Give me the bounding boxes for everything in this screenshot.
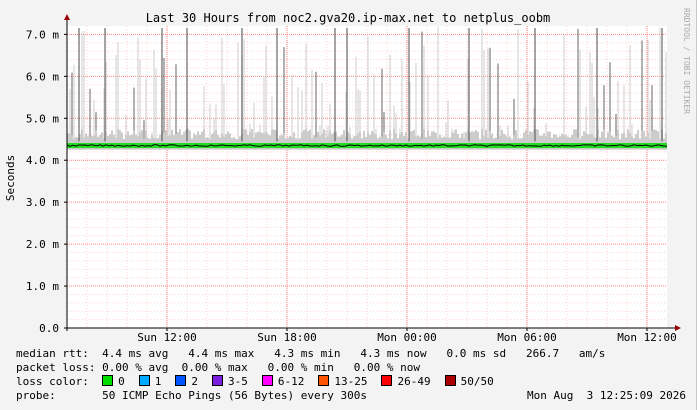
median-rtt-row: median rtt: 4.4 ms avg 4.4 ms max 4.3 ms… — [16, 347, 605, 361]
probe-label: probe: — [16, 389, 56, 402]
y-tick-label: 6.0 m — [26, 70, 59, 83]
loss-color-item-label: 26-49 — [397, 375, 431, 388]
loss-color-swatch — [318, 375, 330, 386]
x-tick-label: Mon 00:00 — [377, 331, 437, 344]
probe-value: 50 ICMP Echo Pings (56 Bytes) every 300s — [102, 389, 368, 402]
rrdtool-watermark: RRDTOOL / TOBI OETIKER — [682, 8, 691, 114]
y-tick-labels: 0.0 1.0 m 2.0 m 3.0 m 4.0 m 5.0 m 6.0 m 7.0 m — [26, 28, 59, 335]
loss-color-swatch — [381, 375, 393, 386]
median-rtt-values: 4.4 ms avg 4.4 ms max 4.3 ms min 4.3 ms … — [102, 347, 606, 360]
packet-loss-label: packet loss: — [16, 361, 96, 374]
y-axis-arrow — [64, 14, 70, 20]
x-tick-label: Sun 18:00 — [257, 331, 317, 344]
loss-color-swatch — [138, 375, 150, 386]
x-tick-label: Mon 12:00 — [617, 331, 677, 344]
loss-color-item: 3-5 — [211, 375, 248, 389]
x-tick-label: Sun 12:00 — [137, 331, 197, 344]
median-rtt-label: median rtt: — [16, 347, 89, 360]
loss-color-swatch — [444, 375, 456, 386]
y-tick-label: 1.0 m — [26, 280, 59, 293]
loss-color-item-label: 13-25 — [334, 375, 368, 388]
loss-color-item: 13-25 — [318, 375, 367, 389]
loss-color-item-label: 1 — [154, 375, 162, 388]
loss-color-row: loss color: 0 1 2 3-5 6-12 13-25 26-49 50/50 — [16, 375, 508, 389]
loss-color-item-label: 0 — [118, 375, 125, 388]
y-tick-label: 4.0 m — [26, 154, 59, 167]
loss-color-item: 0 — [102, 375, 125, 389]
x-tick-labels: Sun 12:00 Sun 18:00 Mon 00:00 Mon 06:00 Mon … — [137, 331, 677, 344]
packet-loss-values: 0.00 % avg 0.00 % max 0.00 % min 0.00 % … — [102, 361, 420, 374]
probe-timestamp: Mon Aug 3 12:25:09 2026 — [527, 389, 686, 402]
loss-color-item-label: 2 — [191, 375, 198, 388]
chart-title: Last 30 Hours from noc2.gva20.ip-max.net… — [146, 11, 551, 25]
loss-color-item-label: 3-5 — [227, 375, 248, 388]
y-axis-label: Seconds — [4, 155, 17, 201]
loss-color-item: 50/50 — [444, 375, 494, 389]
y-tick-label: 2.0 m — [26, 238, 59, 251]
loss-color-item-label: 6-12 — [277, 375, 305, 388]
y-tick-label: 3.0 m — [26, 196, 59, 209]
x-tick-label: Mon 06:00 — [497, 331, 557, 344]
loss-color-item: 6-12 — [261, 375, 305, 389]
y-tick-label: 0.0 — [39, 322, 59, 335]
y-tick-label: 7.0 m — [26, 28, 59, 41]
probe-row: probe: 50 ICMP Echo Pings (56 Bytes) eve… — [16, 389, 686, 403]
loss-color-item-label: 50/50 — [460, 375, 494, 388]
loss-color-label: loss color: — [16, 375, 89, 388]
loss-color-swatch — [211, 375, 223, 386]
loss-color-swatch — [261, 375, 273, 386]
loss-color-item: 1 — [138, 375, 162, 389]
loss-color-swatch — [175, 375, 187, 386]
loss-color-items: 0 1 2 3-5 6-12 13-25 26-49 50/50 — [102, 375, 508, 388]
loss-color-item: 26-49 — [381, 375, 431, 389]
smokeping-graph: 0.0 1.0 m 2.0 m 3.0 m 4.0 m 5.0 m 6.0 m 7.0 m S… — [0, 0, 697, 410]
median-band — [66, 143, 668, 149]
loss-color-swatch — [102, 375, 114, 386]
loss-color-item: 2 — [175, 375, 198, 389]
y-tick-label: 5.0 m — [26, 112, 59, 125]
packet-loss-row: packet loss: 0.00 % avg 0.00 % max 0.00 … — [16, 361, 420, 375]
